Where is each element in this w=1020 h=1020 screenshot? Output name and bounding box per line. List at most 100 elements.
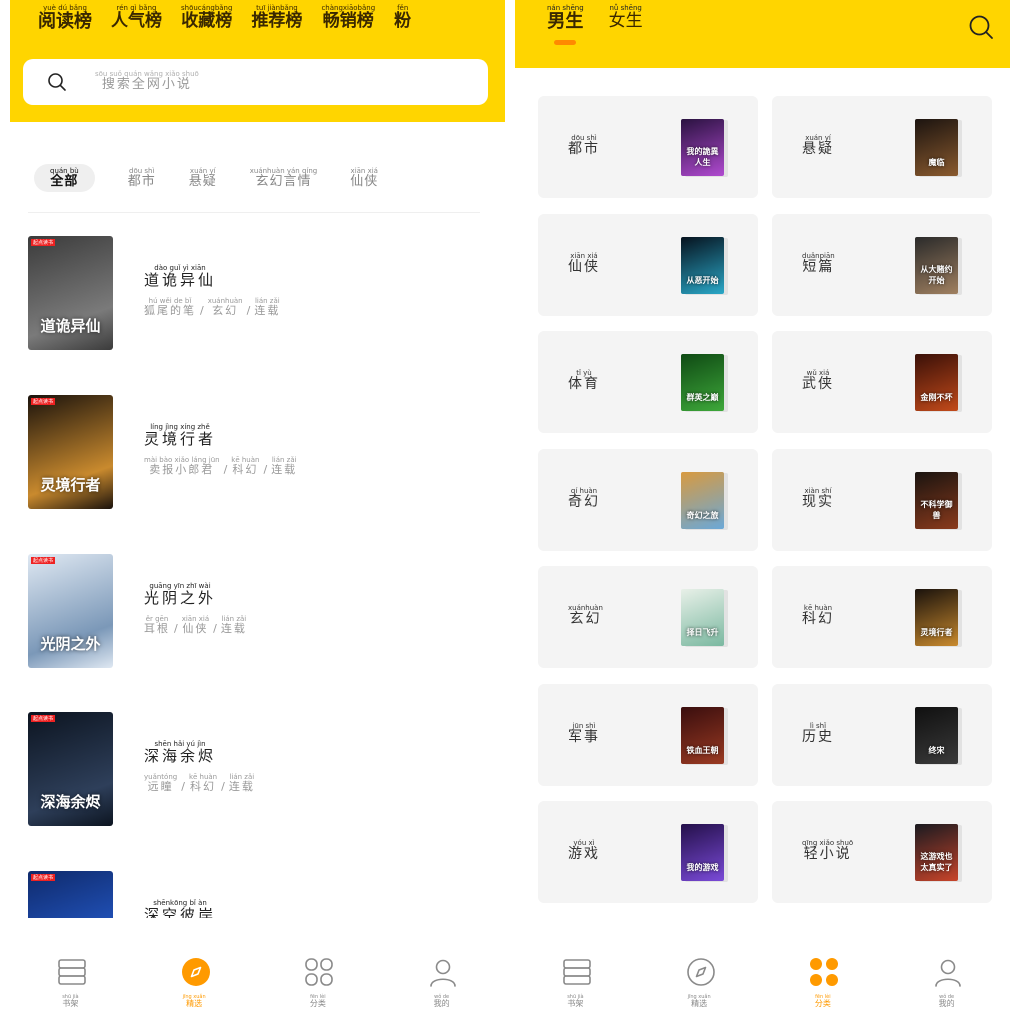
book-status-text: 连载 <box>228 779 255 793</box>
book-list-item[interactable]: 起点读书 光阴之外 guāng yīn zhī wài 光阴之外 ěr gēn 耳根 / xi… <box>28 554 488 668</box>
book-title-ruby-text: 深空彼岸 <box>144 906 217 918</box>
book-list-item[interactable]: 起点读书深 shēnkōng bǐ àn深空彼岸 <box>28 871 488 918</box>
thumbnail-title: 灵境行者 <box>920 627 953 637</box>
compass-icon <box>685 956 717 988</box>
book-author: yuǎntóng 远瞳 <box>144 773 177 793</box>
book-genre: kē huàn 科幻 <box>231 456 259 476</box>
book-cover[interactable]: 起点读书 光阴之外 <box>28 554 113 668</box>
category-card[interactable]: jūn shì 军事 铁血王朝 <box>538 683 758 786</box>
category-thumbnail: 择日飞升 <box>681 589 724 646</box>
category-card[interactable]: wǔ xiá 武侠 金刚不坏 <box>772 331 992 433</box>
book-cover[interactable]: 起点读书 道诡异仙 <box>28 236 113 350</box>
filter-chip-2[interactable]: xuán yí 悬疑 <box>189 167 217 189</box>
category-card[interactable]: qí huàn 奇幻 奇幻之旅 <box>538 448 758 551</box>
tabbar-item-user[interactable]: wǒ de 我的 <box>918 956 978 1009</box>
tabbar-item-user[interactable]: wǒ de 我的 <box>413 956 473 1009</box>
category-card[interactable]: dōu shì 都市 我的詭異人生 <box>538 96 758 198</box>
filter-chip-0[interactable]: quán bù 全部 <box>34 164 95 193</box>
thumbnail-title: 群英之巅 <box>686 392 719 402</box>
tab-ranking-2[interactable]: shōucángbǎng 收藏榜 <box>181 4 232 32</box>
tabbar-item-bookshelf[interactable]: shū jià 书架 <box>547 956 607 1009</box>
category-card[interactable]: xuánhuàn 玄幻 择日飞升 <box>538 566 758 668</box>
category-card[interactable]: xiàn shí 现实 不科学御兽 <box>772 448 992 551</box>
category-card[interactable]: duǎnpiān 短篇 从大赌约开始 <box>772 213 992 316</box>
search-icon <box>48 73 66 91</box>
thumbnail-title: 金刚不坏 <box>920 392 953 402</box>
tab-gender-0-text: 男生 <box>547 11 584 32</box>
tab-ranking-0[interactable]: yuè dú bǎng 阅读榜 <box>38 4 92 32</box>
category-thumbnail: 魔临 <box>915 119 958 176</box>
category-card[interactable]: tǐ yù 体育群英之巅 <box>538 331 758 433</box>
category-label: xiān xiá 仙侠 <box>568 252 600 275</box>
tabbar-label: shū jià 书架 <box>567 994 583 1009</box>
thumbnail-title: 择日飞升 <box>686 627 719 637</box>
tabbar-label: jīng xuǎn 精选 <box>688 994 711 1009</box>
category-label-text: 奇幻 <box>568 493 600 510</box>
book-status-text: 连载 <box>220 621 247 635</box>
meta-separator: / <box>221 779 225 793</box>
book-title: guāng yīn zhī wài 光阴之外 <box>144 582 250 607</box>
search-input[interactable]: sōu suǒ quán wǎng xiǎo shuō 搜索全网小说 <box>23 59 488 105</box>
tabbar-item-bookshelf[interactable]: shū jià 书架 <box>42 956 102 1009</box>
book-genre: xiān xiá 仙侠 <box>182 615 209 635</box>
book-title-ruby-text: 光阴之外 <box>144 589 217 607</box>
tab-ranking-1[interactable]: rén qì bǎng 人气榜 <box>111 4 162 32</box>
book-meta: mài bào xiǎo láng jūn 卖报小郎君 / kē huàn 科幻 / liá… <box>144 456 300 476</box>
meta-separator: / <box>200 303 204 317</box>
filter-chip-3[interactable]: xuánhuàn yán qíng 玄幻言情 <box>250 167 318 189</box>
tab-gender-1[interactable]: nǚ shēng 女生 <box>609 4 643 32</box>
category-label: tǐ yù 体育 <box>568 369 600 392</box>
tabbar-label-text: 书架 <box>62 999 79 1009</box>
tabbar-label: shū jià 书架 <box>62 994 78 1009</box>
filter-chip-4[interactable]: xiān xiá 仙侠 <box>350 167 378 189</box>
category-screen: nán shēng 男生 nǚ shēng 女生 dōu shì 都市 我的詭異人生 xuá… <box>515 0 1010 1020</box>
tab-gender-0[interactable]: nán shēng 男生 <box>547 4 584 45</box>
bookshelf-icon <box>56 956 88 988</box>
tab-ranking-3[interactable]: tuī jiànbǎng 推荐榜 <box>251 4 302 32</box>
filter-chip-3-text: 玄幻言情 <box>255 174 312 189</box>
tabbar-label-text: 我的 <box>433 999 450 1009</box>
book-cover[interactable]: 起点读书 灵境行者 <box>28 395 113 509</box>
category-label-text: 轻小说 <box>803 846 852 862</box>
cover-title: 深海余烬 <box>40 793 101 811</box>
category-card[interactable]: lì shǐ 历史 终宋 <box>772 683 992 786</box>
tab-ranking-4[interactable]: chàngxiāobǎng 畅销榜 <box>321 4 375 32</box>
divider <box>28 212 480 213</box>
user-icon <box>932 956 964 988</box>
category-label: xiàn shí 现实 <box>802 487 834 510</box>
category-label-text: 历史 <box>802 728 834 745</box>
category-card[interactable]: xuán yí 悬疑 魔临 <box>772 96 992 198</box>
book-list-item[interactable]: 起点读书 道诡异仙 dào guǐ yì xiān 道诡异仙 hú wěi de bǐ 狐… <box>28 236 488 350</box>
filter-chip-4-text: 仙侠 <box>350 174 379 189</box>
tabbar-label-text: 分类 <box>309 999 326 1009</box>
book-list-item[interactable]: 起点读书 深海余烬 shēn hǎi yú jìn 深海余烬 yuǎntóng 远瞳 / kē… <box>28 712 488 826</box>
tabbar-item-category[interactable]: fēn lèi 分类 <box>794 956 854 1009</box>
filter-chip-1[interactable]: dōu shì 都市 <box>128 167 156 189</box>
book-cover[interactable]: 起点读书深 <box>28 871 113 918</box>
bookshelf-icon <box>561 956 593 988</box>
tabbar-label: fēn lèi 分类 <box>815 994 831 1009</box>
thumbnail-title: 魔临 <box>928 157 945 167</box>
search-icon[interactable] <box>968 14 994 40</box>
book-title-ruby: shēn hǎi yú jìn 深海余烬 <box>144 740 216 765</box>
book-list-item[interactable]: 起点读书 灵境行者 líng jìng xíng zhě 灵境行者 mài bào xi… <box>28 395 488 509</box>
book-status-text: 连载 <box>271 462 298 476</box>
category-card[interactable]: yóu xì 游戏 我的游戏 <box>538 801 758 903</box>
book-meta: hú wěi de bǐ 狐尾的笔 / xuánhuàn 玄幻 / lián zǎi 连载 <box>144 297 283 317</box>
tab-ranking-5[interactable]: fěn 粉 <box>394 4 411 32</box>
book-cover[interactable]: 起点读书 深海余烬 <box>28 712 113 826</box>
book-list: 起点读书 道诡异仙 dào guǐ yì xiān 道诡异仙 hú wěi de bǐ 狐… <box>28 236 488 918</box>
book-author-text: 耳根 <box>144 621 170 635</box>
publisher-badge: 起点读书 <box>31 874 56 881</box>
category-card[interactable]: qīng xiǎo shuō 轻小说 这游戏也太真实了 <box>772 801 992 903</box>
tabbar-item-compass[interactable]: jīng xuǎn 精选 <box>166 956 226 1009</box>
tab-ranking-5-text: 粉 <box>394 11 412 31</box>
featured-screen: yuè dú bǎng 阅读榜 rén qì bǎng 人气榜 shōucángbǎng… <box>10 0 505 1020</box>
category-card[interactable]: kē huàn 科幻 灵境行者 <box>772 566 992 668</box>
book-author-text: 狐尾的笔 <box>144 303 196 317</box>
tabbar-item-compass[interactable]: jīng xuǎn 精选 <box>671 956 731 1009</box>
category-card[interactable]: xiān xiá 仙侠 从恶开始 <box>538 213 758 316</box>
featured-header: yuè dú bǎng 阅读榜 rén qì bǎng 人气榜 shōucángbǎng… <box>10 0 505 122</box>
search-placeholder: sōu suǒ quán wǎng xiǎo shuō 搜索全网小说 <box>95 70 199 92</box>
tabbar-item-category[interactable]: fēn lèi 分类 <box>289 956 349 1009</box>
